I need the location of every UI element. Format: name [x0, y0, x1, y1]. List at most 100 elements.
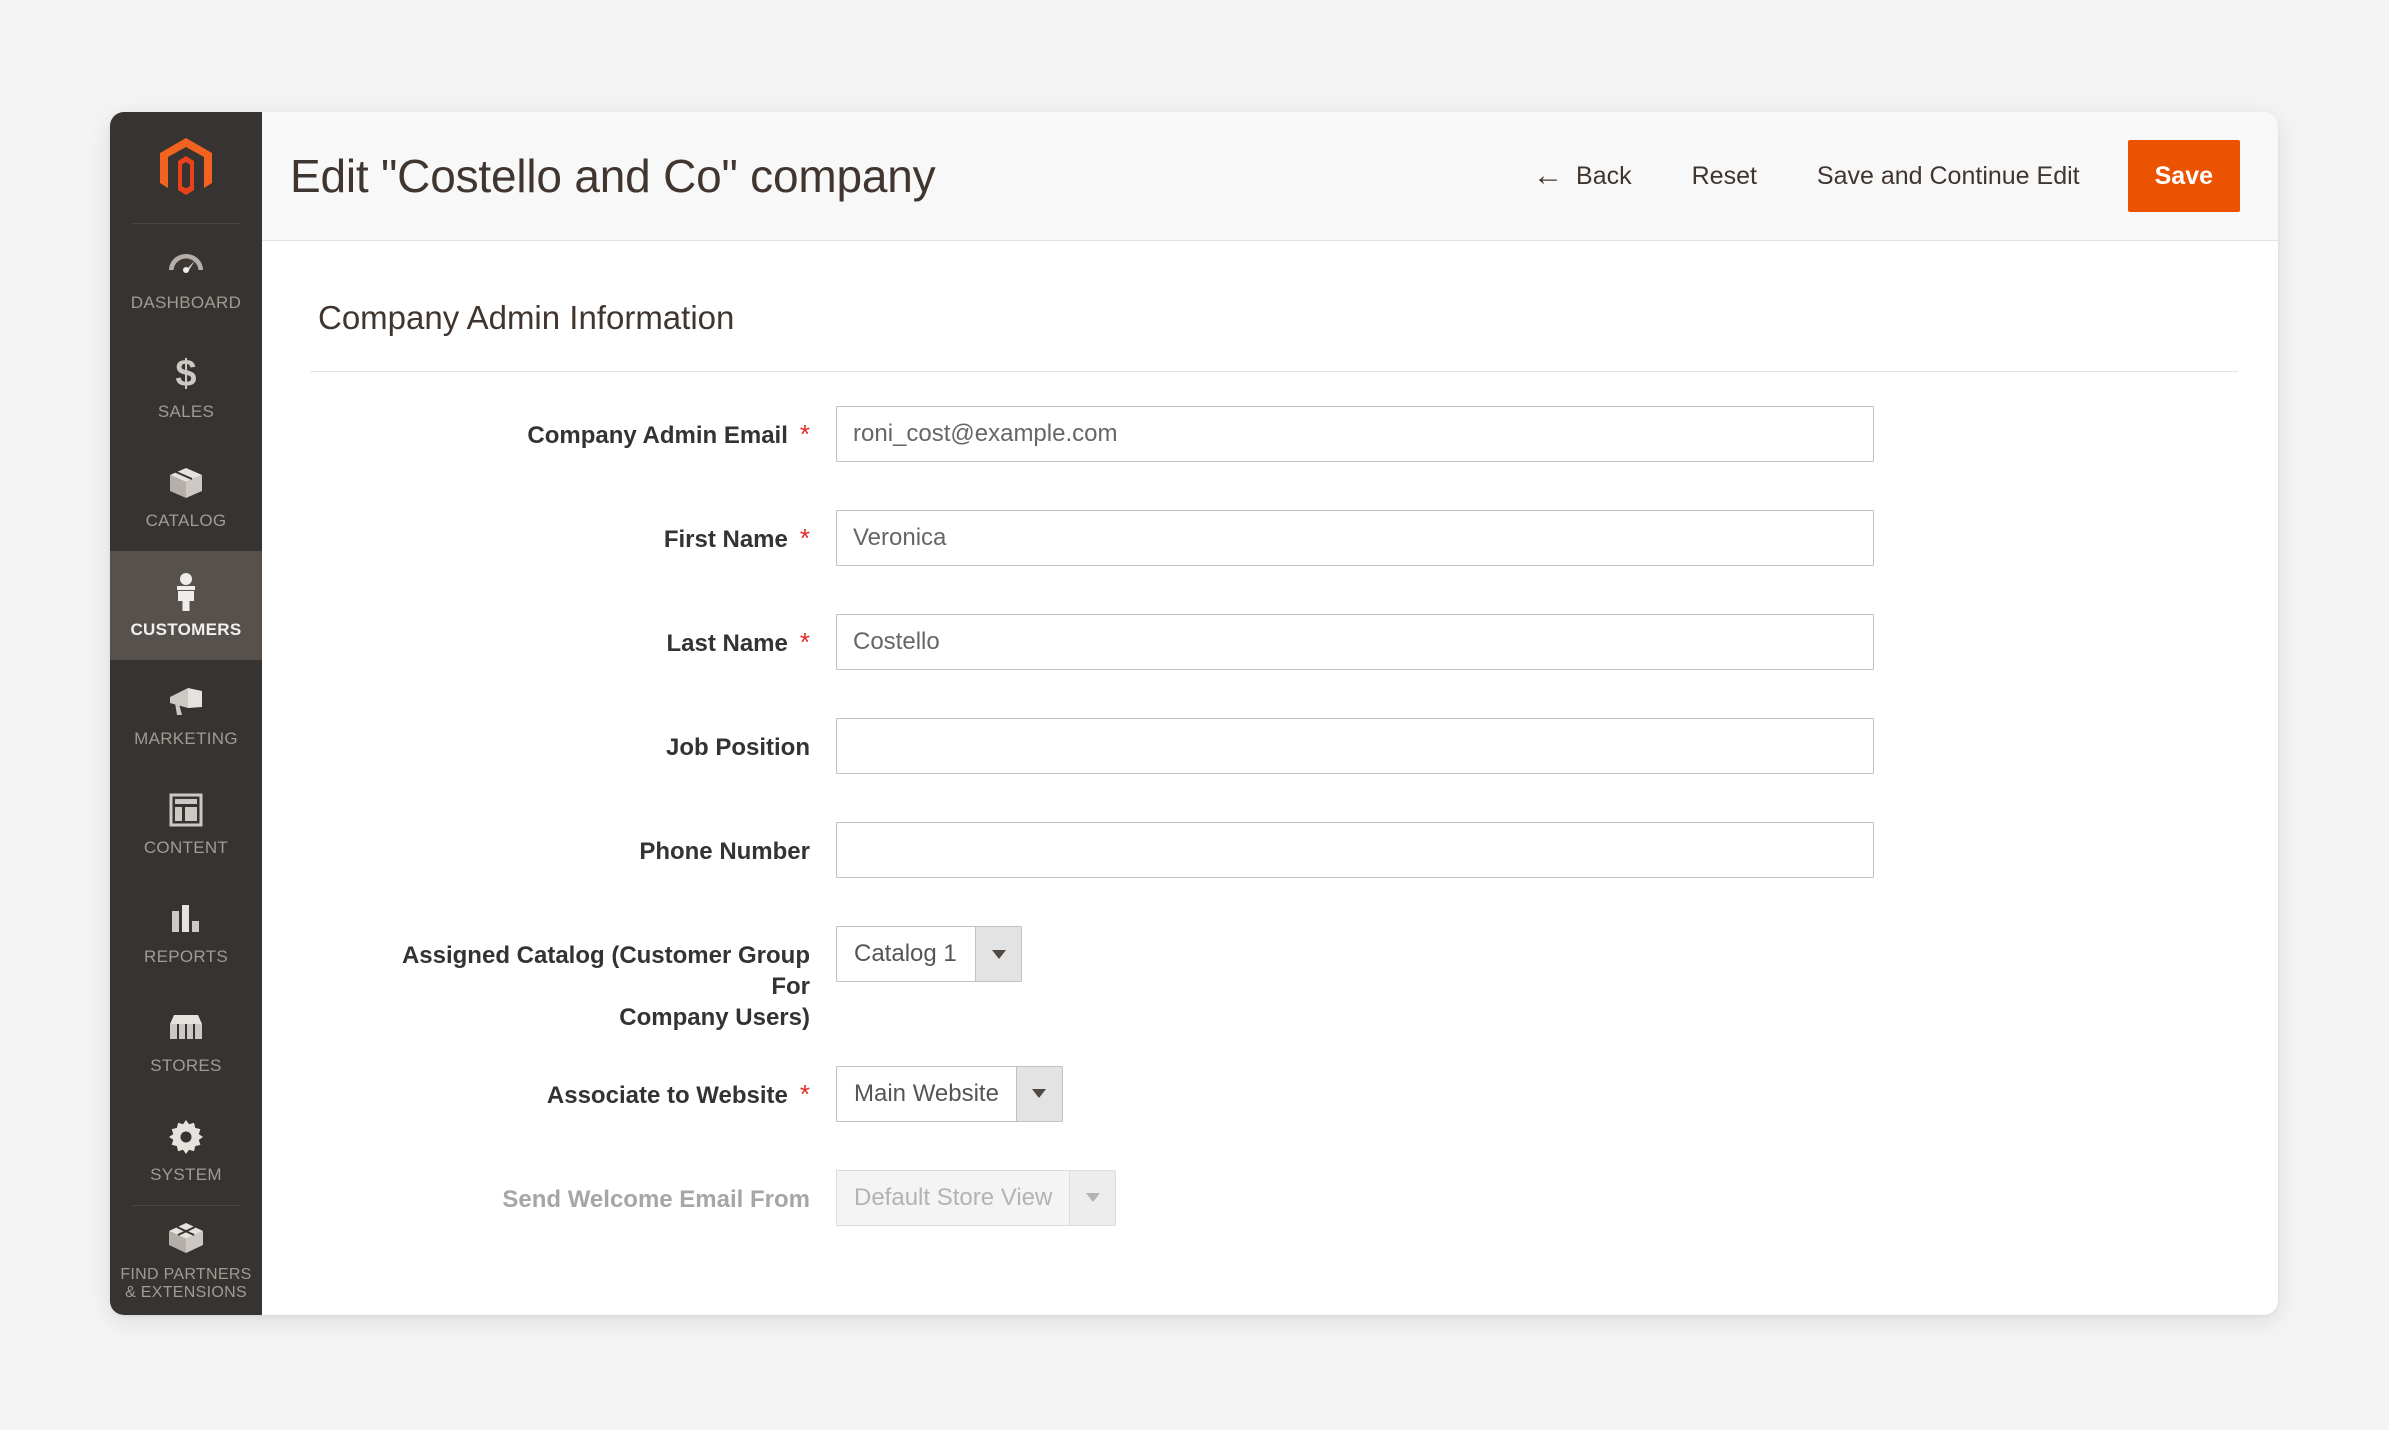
sidebar-item-label: CUSTOMERS — [130, 620, 242, 640]
save-button[interactable]: Save — [2127, 140, 2240, 212]
field-associate-to-website: Associate to Website * Main Website — [310, 1065, 2238, 1138]
first-name-input[interactable] — [836, 510, 1874, 566]
svg-text:$: $ — [175, 354, 196, 394]
job-position-input[interactable] — [836, 718, 1874, 774]
page-title: Edit "Costello and Co" company — [290, 150, 936, 202]
admin-sidebar: DASHBOARD $ SALES CATALOG CUSTOMERS MARK… — [110, 112, 262, 1315]
field-label-wrap: Last Name * — [310, 614, 810, 659]
required-asterisk: * — [799, 1078, 810, 1109]
section-title: Company Admin Information — [310, 241, 2238, 372]
field-label: Send Welcome Email From — [502, 1185, 810, 1213]
sidebar-item-label: MARKETING — [134, 729, 238, 749]
save-and-continue-edit-label: Save and Continue Edit — [1816, 161, 2080, 190]
sidebar-item-find-partners-extensions[interactable]: FIND PARTNERS & EXTENSIONS — [110, 1205, 262, 1314]
sidebar-item-label: SYSTEM — [150, 1165, 222, 1185]
field-control: Default Store View — [836, 1169, 1117, 1226]
main-column: Edit "Costello and Co" company ← Back Re… — [262, 112, 2278, 1315]
sidebar-item-label: DASHBOARD — [130, 293, 242, 313]
reset-button-label: Reset — [1691, 161, 1757, 190]
field-assigned-catalog: Assigned Catalog (Customer Group For Com… — [310, 926, 2238, 1034]
sidebar-item-label-line1: FIND PARTNERS — [120, 1266, 252, 1284]
field-label: Phone Number — [639, 838, 810, 865]
sidebar-item-label: REPORTS — [144, 947, 228, 967]
page-content: Company Admin Information Company Admin … — [262, 241, 2278, 1315]
sidebar-item-label: CATALOG — [145, 511, 227, 531]
company-admin-email-input[interactable] — [836, 406, 1874, 462]
person-icon — [173, 571, 199, 613]
field-control: Catalog 1 — [836, 926, 1022, 982]
required-asterisk: * — [799, 419, 810, 449]
field-control — [836, 614, 1874, 670]
magento-logo-icon — [160, 138, 212, 195]
field-label: Associate to Website — [546, 1081, 788, 1109]
field-label: Company Admin Email — [527, 422, 788, 449]
field-label: Assigned Catalog (Customer Group For Com… — [378, 940, 810, 1034]
extension-cube-icon — [167, 1217, 205, 1259]
chevron-down-icon[interactable] — [1015, 1066, 1062, 1121]
arrow-left-icon: ← — [1533, 159, 1564, 192]
field-label-wrap: Phone Number — [310, 822, 810, 867]
sidebar-item-marketing[interactable]: MARKETING — [110, 660, 262, 769]
field-label-line2: Company Users) — [619, 1004, 810, 1032]
field-label-wrap: Assigned Catalog (Customer Group For Com… — [310, 926, 810, 1034]
field-control — [836, 406, 1874, 462]
sidebar-item-label: SALES — [157, 402, 215, 422]
sidebar-item-dashboard[interactable]: DASHBOARD — [110, 224, 262, 333]
field-label-wrap: Send Welcome Email From — [310, 1170, 810, 1215]
field-label-wrap: First Name * — [310, 510, 810, 555]
field-job-position: Job Position — [310, 718, 2238, 790]
company-admin-information-form: Company Admin Email * First Name * — [310, 372, 2238, 1242]
storefront-icon — [167, 1007, 205, 1049]
page-header: Edit "Costello and Co" company ← Back Re… — [262, 112, 2278, 241]
sidebar-item-system[interactable]: SYSTEM — [110, 1096, 262, 1205]
associate-to-website-value: Main Website — [854, 1079, 999, 1107]
field-control: Main Website — [836, 1065, 1063, 1122]
associate-to-website-select[interactable]: Main Website — [836, 1065, 1063, 1122]
bar-chart-icon — [169, 898, 203, 940]
assigned-catalog-select[interactable]: Catalog 1 — [836, 926, 1022, 982]
field-first-name: First Name * — [310, 510, 2238, 582]
assigned-catalog-value: Catalog 1 — [854, 940, 957, 967]
phone-number-input[interactable] — [836, 822, 1874, 878]
save-and-continue-edit-button[interactable]: Save and Continue Edit — [1787, 162, 2110, 191]
layout-window-icon — [169, 789, 203, 831]
field-phone-number: Phone Number — [310, 822, 2238, 894]
field-label-wrap: Company Admin Email * — [310, 406, 810, 451]
field-label: Job Position — [666, 734, 810, 761]
send-welcome-email-from-select: Default Store View — [836, 1169, 1117, 1226]
chevron-down-icon[interactable] — [975, 927, 1021, 981]
required-asterisk: * — [799, 627, 810, 657]
back-button[interactable]: ← Back — [1503, 161, 1662, 191]
required-asterisk: * — [799, 523, 810, 553]
sidebar-item-content[interactable]: CONTENT — [110, 769, 262, 878]
sidebar-item-label: CONTENT — [143, 838, 229, 858]
sidebar-item-catalog[interactable]: CATALOG — [110, 442, 262, 551]
sidebar-item-sales[interactable]: $ SALES — [110, 333, 262, 442]
megaphone-icon — [166, 680, 206, 722]
sidebar-item-label-line2: & EXTENSIONS — [125, 1284, 247, 1301]
field-control — [836, 822, 1874, 878]
field-control — [836, 718, 1874, 774]
sidebar-item-reports[interactable]: REPORTS — [110, 878, 262, 987]
sidebar-item-customers[interactable]: CUSTOMERS — [110, 551, 262, 660]
dashboard-gauge-icon — [167, 244, 205, 286]
field-label-wrap: Associate to Website * — [310, 1066, 810, 1111]
reset-button[interactable]: Reset — [1662, 162, 1787, 191]
sidebar-item-label: STORES — [150, 1056, 222, 1076]
field-send-welcome-email-from: Send Welcome Email From Default Store Vi… — [310, 1169, 2238, 1242]
field-label: Last Name — [666, 630, 788, 657]
back-button-label: Back — [1576, 161, 1632, 190]
gear-icon — [168, 1116, 204, 1158]
box-icon — [168, 462, 204, 504]
field-company-admin-email: Company Admin Email * — [310, 406, 2238, 478]
sidebar-item-stores[interactable]: STORES — [110, 987, 262, 1096]
admin-app-card: DASHBOARD $ SALES CATALOG CUSTOMERS MARK… — [110, 112, 2278, 1315]
chevron-down-icon — [1069, 1170, 1116, 1225]
last-name-input[interactable] — [836, 614, 1874, 670]
magento-logo[interactable] — [110, 112, 262, 224]
field-label: First Name — [663, 526, 788, 553]
field-last-name: Last Name * — [310, 614, 2238, 686]
dollar-sign-icon: $ — [172, 353, 200, 395]
field-label-wrap: Job Position — [310, 718, 810, 763]
page-actions: ← Back Reset Save and Continue Edit Save — [1503, 112, 2278, 240]
